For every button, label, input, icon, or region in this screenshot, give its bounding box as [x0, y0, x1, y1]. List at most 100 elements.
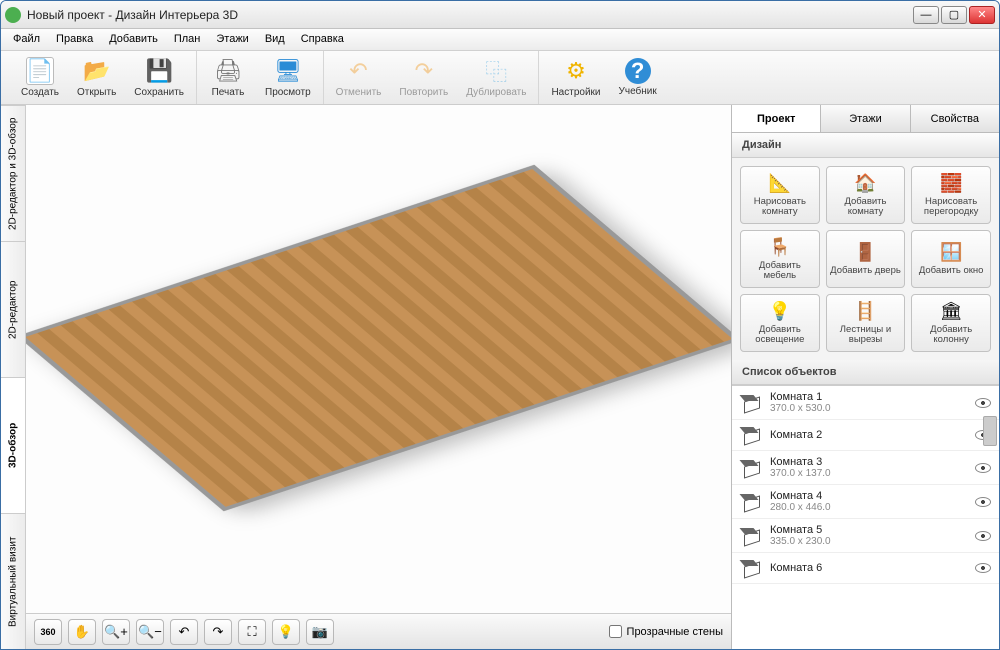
tutorial-label: Учебник [619, 86, 657, 97]
add-furniture-label: Добавить мебель [743, 261, 817, 282]
redo-button: ↷Повторить [395, 55, 452, 100]
redo-label: Повторить [399, 87, 448, 98]
side-tab-floors[interactable]: Этажи [821, 105, 910, 132]
add-door-button[interactable]: 🚪 Добавить дверь [826, 230, 906, 288]
room-icon [740, 558, 762, 578]
viewport: 360✋🔍+🔍−↶↷⛶💡📷 Прозрачные стены [26, 105, 731, 649]
preview-label: Просмотр [265, 87, 311, 98]
object-list[interactable]: Комната 1370.0 x 530.0 Комната 2 Комната 3… [732, 385, 999, 649]
object-dimensions: 335.0 x 230.0 [770, 536, 967, 547]
zoom-in-icon[interactable]: 🔍+ [102, 619, 130, 645]
scrollbar-thumb[interactable] [983, 416, 997, 446]
add-door-label: Добавить дверь [830, 266, 901, 276]
undo-icon[interactable]: ↶ [170, 619, 198, 645]
object-item[interactable]: Комната 2 [732, 420, 999, 451]
add-light-icon: 💡 [768, 301, 792, 323]
settings-button[interactable]: ⚙ Настройки [547, 55, 604, 100]
visibility-toggle-icon[interactable] [975, 398, 991, 408]
object-item[interactable]: Комната 6 [732, 553, 999, 584]
side-tabs: ПроектЭтажиСвойства [732, 105, 999, 133]
close-button[interactable]: ✕ [969, 6, 995, 24]
add-door-icon: 🚪 [853, 242, 877, 264]
add-light-label: Добавить освещение [743, 325, 817, 346]
draw-room-label: Нарисовать комнату [743, 197, 817, 218]
object-item[interactable]: Комната 5335.0 x 230.0 [732, 519, 999, 553]
object-name: Комната 1 [770, 391, 967, 403]
zoom-out-icon[interactable]: 🔍− [136, 619, 164, 645]
object-name: Комната 5 [770, 524, 967, 536]
draw-partition-icon: 🧱 [939, 173, 963, 195]
preview-icon: 🖥 [274, 57, 302, 85]
side-tab-project[interactable]: Проект [732, 105, 821, 132]
open-label: Открыть [77, 87, 116, 98]
menu-этажи[interactable]: Этажи [208, 29, 256, 50]
visibility-toggle-icon[interactable] [975, 463, 991, 473]
preview-button[interactable]: 🖥 Просмотр [261, 55, 315, 100]
object-item[interactable]: Комната 3370.0 x 137.0 [732, 451, 999, 485]
draw-room-button[interactable]: 📐Нарисовать комнату [740, 166, 820, 224]
visibility-toggle-icon[interactable] [975, 497, 991, 507]
open-button[interactable]: 📂Открыть [73, 55, 120, 100]
view-tab-virtual[interactable]: Виртуальный визит [1, 513, 25, 649]
light-icon[interactable]: 💡 [272, 619, 300, 645]
view-tab-2d[interactable]: 2D-редактор [1, 241, 25, 377]
duplicate-button: ⿻ Дублировать [462, 55, 530, 100]
menu-добавить[interactable]: Добавить [101, 29, 166, 50]
add-light-button[interactable]: 💡Добавить освещение [740, 294, 820, 352]
menu-план[interactable]: План [166, 29, 209, 50]
add-window-button[interactable]: 🪟Добавить окно [911, 230, 991, 288]
objects-section-header: Список объектов [732, 360, 999, 385]
view-tab-3d[interactable]: 3D-обзор [1, 377, 25, 513]
view-tab-2d3d[interactable]: 2D-редактор и 3D-обзор [1, 105, 25, 241]
maximize-button[interactable]: ▢ [941, 6, 967, 24]
save-button[interactable]: 💾 Сохранить [130, 55, 188, 100]
add-room-icon: 🏠 [853, 173, 877, 195]
object-name: Комната 2 [770, 429, 967, 441]
duplicate-icon: ⿻ [482, 57, 510, 85]
object-item[interactable]: Комната 4280.0 x 446.0 [732, 485, 999, 519]
add-furniture-button[interactable]: 🪑Добавить мебель [740, 230, 820, 288]
object-dimensions: 280.0 x 446.0 [770, 502, 967, 513]
settings-icon: ⚙ [562, 57, 590, 85]
add-column-button[interactable]: 🏛Добавить колонну [911, 294, 991, 352]
side-tab-props[interactable]: Свойства [911, 105, 999, 132]
undo-icon: ↶ [345, 57, 373, 85]
menu-правка[interactable]: Правка [48, 29, 101, 50]
redo-icon[interactable]: ↷ [204, 619, 232, 645]
tutorial-button[interactable]: ?Учебник [615, 56, 661, 99]
create-button[interactable]: 📄Создать [17, 55, 63, 100]
camera-icon[interactable]: 📷 [306, 619, 334, 645]
visibility-toggle-icon[interactable] [975, 563, 991, 573]
object-dimensions: 370.0 x 530.0 [770, 403, 967, 414]
stairs-button[interactable]: 🪜Лестницы и вырезы [826, 294, 906, 352]
add-room-button[interactable]: 🏠Добавить комнату [826, 166, 906, 224]
fit-icon[interactable]: ⛶ [238, 619, 266, 645]
object-item[interactable]: Комната 1370.0 x 530.0 [732, 386, 999, 420]
create-label: Создать [21, 87, 59, 98]
menubar: ФайлПравкаДобавитьПланЭтажиВидСправка [1, 29, 999, 51]
menu-вид[interactable]: Вид [257, 29, 293, 50]
print-label: Печать [212, 87, 245, 98]
menu-справка[interactable]: Справка [293, 29, 352, 50]
window-buttons: — ▢ ✕ [913, 6, 995, 24]
orbit-360-icon[interactable]: 360 [34, 619, 62, 645]
add-window-icon: 🪟 [939, 242, 963, 264]
add-room-label: Добавить комнату [829, 197, 903, 218]
duplicate-label: Дублировать [466, 87, 526, 98]
draw-partition-button[interactable]: 🧱Нарисовать перегородку [911, 166, 991, 224]
print-button[interactable]: 🖨Печать [205, 55, 251, 100]
menu-файл[interactable]: Файл [5, 29, 48, 50]
save-icon: 💾 [145, 57, 173, 85]
settings-label: Настройки [551, 87, 600, 98]
titlebar: Новый проект - Дизайн Интерьера 3D — ▢ ✕ [1, 1, 999, 29]
add-column-label: Добавить колонну [914, 325, 988, 346]
visibility-toggle-icon[interactable] [975, 531, 991, 541]
design-section-header: Дизайн [732, 133, 999, 158]
3d-scene[interactable] [26, 105, 731, 613]
minimize-button[interactable]: — [913, 6, 939, 24]
pan-icon[interactable]: ✋ [68, 619, 96, 645]
object-name: Комната 3 [770, 456, 967, 468]
save-label: Сохранить [134, 87, 184, 98]
draw-partition-label: Нарисовать перегородку [914, 197, 988, 218]
transparent-walls-checkbox[interactable]: Прозрачные стены [609, 625, 723, 638]
